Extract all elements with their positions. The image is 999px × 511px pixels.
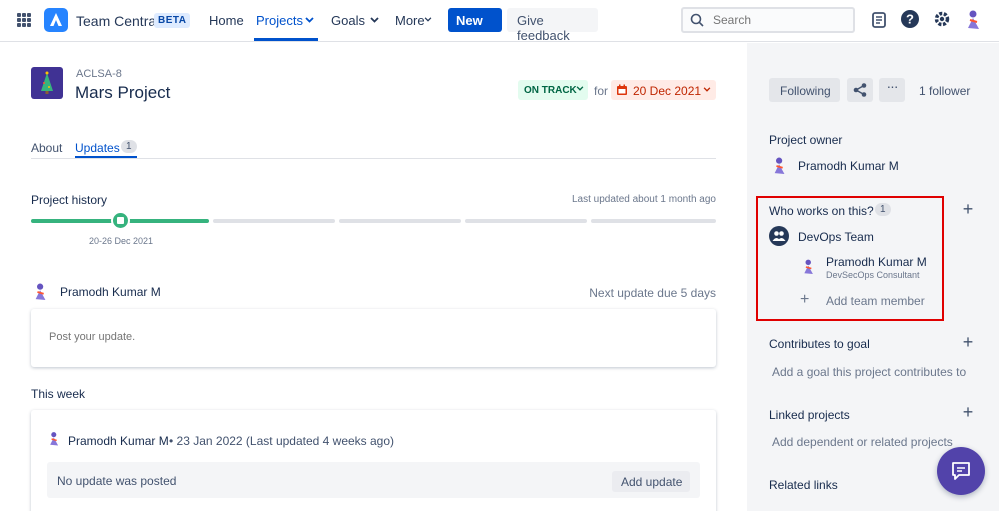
share-button[interactable] <box>847 78 873 102</box>
target-date: 20 Dec 2021 <box>633 84 702 98</box>
nav-more[interactable]: More <box>395 13 425 28</box>
tab-divider <box>31 158 716 159</box>
user-avatar-icon <box>774 157 785 174</box>
project-owner-heading: Project owner <box>769 133 843 147</box>
updates-count-badge: 1 <box>121 140 137 153</box>
this-week-label: This week <box>31 387 86 401</box>
add-member-plus-icon[interactable]: + <box>800 291 809 309</box>
add-linked-project-button[interactable]: + <box>957 402 979 424</box>
project-icon <box>31 67 63 99</box>
nav-goals[interactable]: Goals <box>331 13 365 28</box>
history-period-label: 20-26 Dec 2021 <box>89 236 154 246</box>
user-avatar-icon <box>804 259 813 274</box>
post-update-input[interactable] <box>49 331 649 347</box>
tab-about[interactable]: About <box>31 141 62 155</box>
last-updated-text: Last updated about 1 month ago <box>571 194 716 205</box>
weekly-user-name: Pramodh Kumar M <box>68 434 169 448</box>
chevron-down-icon[interactable] <box>370 17 379 23</box>
team-central-logo-icon[interactable] <box>44 8 68 32</box>
history-segment[interactable] <box>465 219 587 223</box>
linked-projects-heading: Linked projects <box>769 408 850 422</box>
settings-icon[interactable] <box>933 10 951 28</box>
team-icon <box>769 226 789 246</box>
contributes-goal-heading: Contributes to goal <box>769 337 870 351</box>
add-linked-project-link[interactable]: Add dependent or related projects <box>772 435 953 449</box>
project-history-label: Project history <box>31 193 108 207</box>
svg-text:?: ? <box>906 12 914 27</box>
weekly-meta: • 23 Jan 2022 (Last updated 4 weeks ago) <box>169 434 395 448</box>
user-avatar-icon <box>35 283 46 300</box>
share-icon <box>853 83 867 97</box>
status-badge[interactable]: ON TRACK <box>518 80 588 100</box>
tab-updates[interactable]: Updates <box>75 141 120 155</box>
add-update-button[interactable]: Add update <box>612 471 690 492</box>
next-update-due: Next update due 5 days <box>589 286 716 300</box>
tab-active-indicator <box>75 156 137 158</box>
notifications-icon[interactable] <box>871 11 887 29</box>
more-actions-button[interactable]: ··· <box>879 78 905 102</box>
add-contributor-button[interactable]: + <box>957 199 979 221</box>
chat-button[interactable] <box>937 447 985 495</box>
member-role: DevSecOps Consultant <box>826 270 920 280</box>
target-date-badge[interactable]: 20 Dec 2021 <box>611 80 716 100</box>
help-icon[interactable]: ? <box>901 10 919 28</box>
owner-name[interactable]: Pramodh Kumar M <box>798 159 899 173</box>
project-key: ACLSA-8 <box>76 68 122 80</box>
nav-home[interactable]: Home <box>209 13 244 28</box>
nav-active-indicator <box>254 38 318 41</box>
chevron-down-icon[interactable] <box>305 17 314 23</box>
chevron-down-icon[interactable] <box>424 17 432 22</box>
who-works-heading: Who works on this? <box>769 204 874 218</box>
chat-icon <box>952 462 970 480</box>
post-update-box[interactable] <box>31 309 716 367</box>
search-box[interactable] <box>681 7 855 33</box>
history-marker-icon[interactable] <box>111 211 130 230</box>
brand-name[interactable]: Team Central <box>76 13 159 29</box>
status-label: ON TRACK <box>524 85 577 96</box>
composer-user-name: Pramodh Kumar M <box>60 285 161 299</box>
search-icon <box>690 13 704 27</box>
add-goal-button[interactable]: + <box>957 332 979 354</box>
search-input[interactable] <box>713 12 843 28</box>
follower-count[interactable]: 1 follower <box>919 84 970 98</box>
related-links-heading: Related links <box>769 478 838 492</box>
user-avatar-icon[interactable] <box>965 9 983 31</box>
user-avatar-icon <box>50 432 59 446</box>
add-team-member-link[interactable]: Add team member <box>826 294 925 308</box>
no-update-banner: No update was posted <box>47 462 700 498</box>
beta-badge: BETA <box>154 13 191 28</box>
for-label: for <box>594 84 609 98</box>
nav-projects[interactable]: Projects <box>256 13 303 28</box>
team-name[interactable]: DevOps Team <box>798 230 874 244</box>
chevron-down-icon <box>576 86 584 91</box>
history-segment[interactable] <box>591 219 716 223</box>
add-goal-link[interactable]: Add a goal this project contributes to <box>772 365 966 379</box>
top-navigation: Team Central BETA Home Projects Goals Mo… <box>0 0 999 43</box>
no-update-text: No update was posted <box>57 474 177 488</box>
give-feedback-button[interactable]: Give feedback <box>507 8 598 43</box>
following-button[interactable]: Following <box>769 78 840 102</box>
who-works-count: 1 <box>875 203 891 216</box>
new-button[interactable]: New <box>448 8 502 32</box>
history-segment[interactable] <box>213 219 335 223</box>
project-title: Mars Project <box>75 83 171 102</box>
calendar-icon <box>617 84 627 95</box>
app-switcher-icon[interactable] <box>17 13 31 27</box>
member-name[interactable]: Pramodh Kumar M <box>826 255 927 269</box>
chevron-down-icon <box>703 87 711 92</box>
history-segment[interactable] <box>339 219 461 223</box>
